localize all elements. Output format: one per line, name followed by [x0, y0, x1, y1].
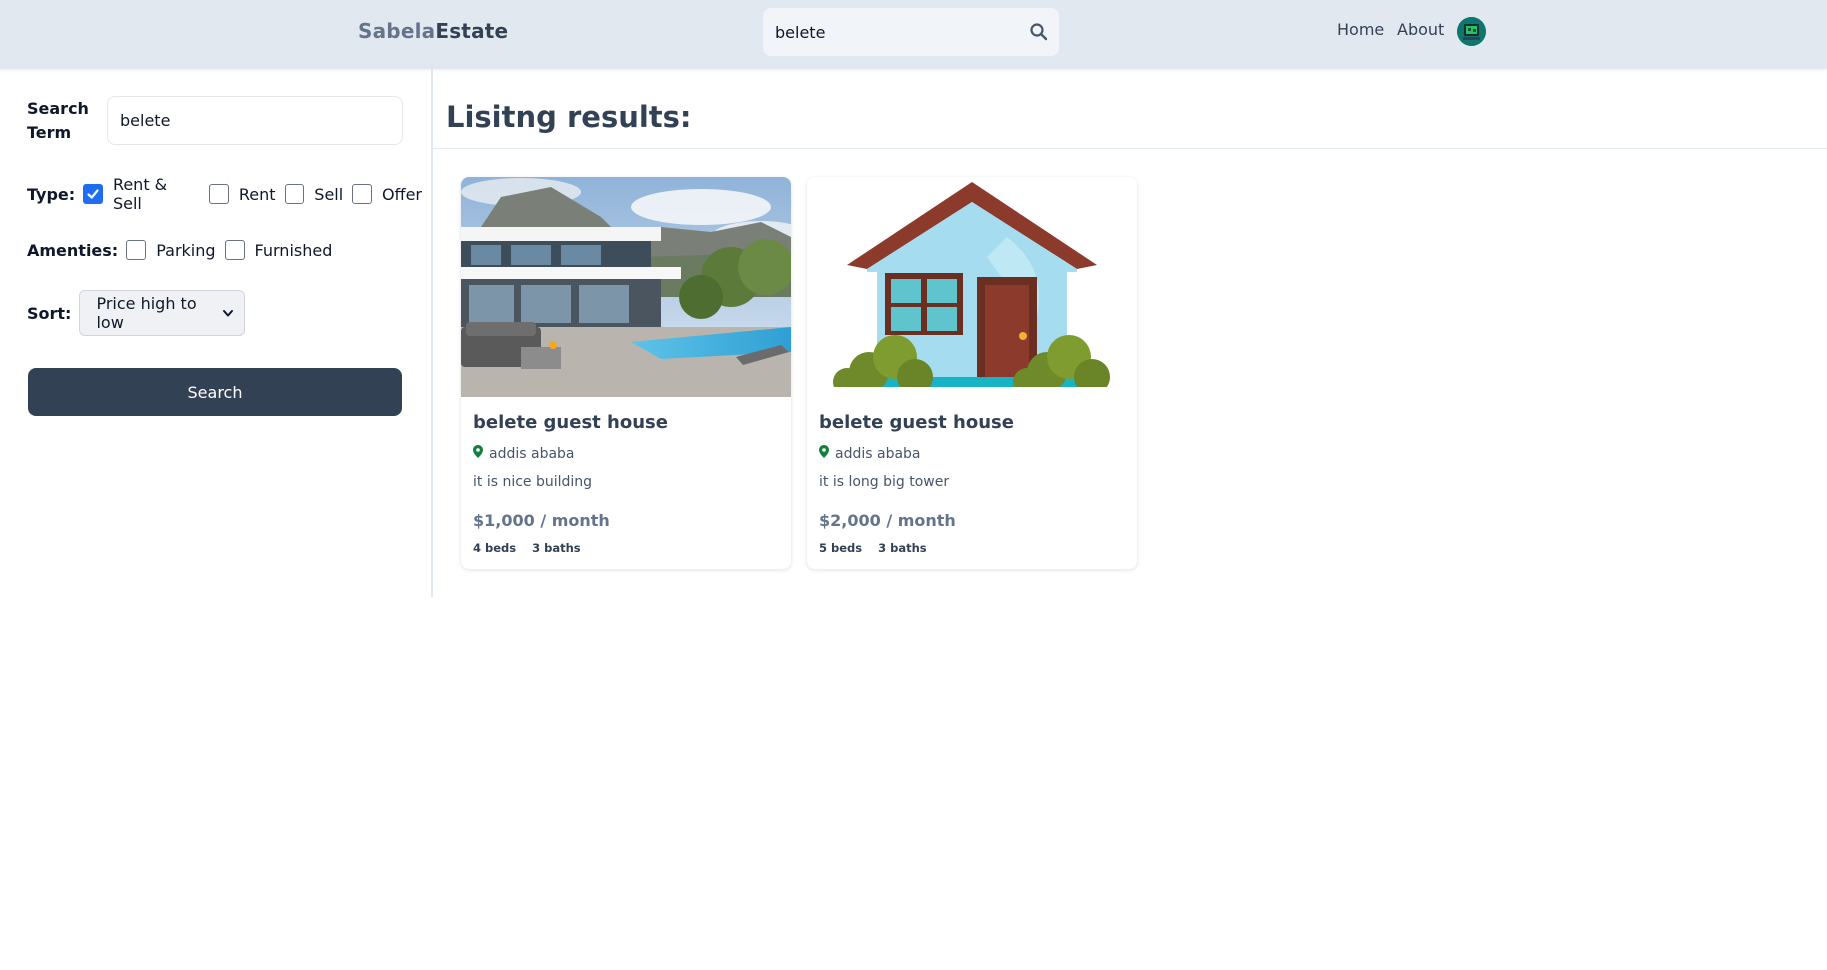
- checkbox-offer[interactable]: [352, 184, 372, 204]
- checkbox-furnished[interactable]: [224, 240, 245, 260]
- search-term-input[interactable]: [107, 96, 403, 145]
- amenities-label: Amenties:: [27, 240, 119, 260]
- sort-selected-value: Price high to low: [96, 294, 197, 332]
- sort-row: Sort: Price high to low: [27, 290, 246, 336]
- search-button[interactable]: Search: [28, 368, 402, 416]
- listing-price: $2,000 / month: [819, 511, 956, 530]
- option-offer-label: Offer: [381, 184, 422, 204]
- type-filter-row: Type: Rent & Sell Rent Sell Offer: [27, 175, 431, 213]
- listing-location-text: addis ababa: [835, 445, 921, 462]
- listing-image[interactable]: [807, 177, 1137, 397]
- option-sell-label: Sell: [314, 184, 344, 204]
- user-avatar[interactable]: [1457, 17, 1486, 46]
- listing-card[interactable]: belete guest house addis ababa it is lon…: [807, 177, 1137, 569]
- listing-specs: 4 beds 3 baths: [473, 541, 597, 555]
- checkbox-parking[interactable]: [126, 240, 147, 260]
- listing-beds: 5 beds: [819, 541, 863, 555]
- listing-card[interactable]: belete guest house addis ababa it is nic…: [461, 177, 791, 569]
- amenities-filter-row: Amenties: Parking Furnished: [27, 235, 341, 265]
- top-header: SabelaEstate Home About: [0, 0, 1827, 69]
- listing-price: $1,000 / month: [473, 511, 610, 530]
- search-term-label: Search Term: [27, 99, 89, 142]
- option-rent-label: Rent: [238, 184, 276, 204]
- listing-title[interactable]: belete guest house: [819, 412, 1014, 433]
- sort-select[interactable]: Price high to low: [79, 290, 246, 336]
- checkbox-rent[interactable]: [209, 184, 229, 204]
- listing-location: addis ababa: [473, 445, 575, 462]
- location-pin-icon: [473, 445, 489, 462]
- listing-baths: 3 baths: [878, 541, 927, 555]
- checkbox-rent-and-sell[interactable]: [83, 184, 103, 204]
- nav-about-link[interactable]: About: [1397, 20, 1444, 39]
- listing-title[interactable]: belete guest house: [473, 412, 668, 433]
- site-logo[interactable]: SabelaEstate: [358, 19, 508, 43]
- header-search-box: [763, 8, 1059, 56]
- logo-part-2: Estate: [435, 19, 509, 43]
- results-title: Lisitng results:: [446, 100, 692, 134]
- checkbox-sell[interactable]: [284, 184, 305, 204]
- listing-baths: 3 baths: [532, 541, 581, 555]
- sort-label: Sort:: [27, 303, 72, 323]
- search-icon[interactable]: [1029, 22, 1049, 42]
- location-pin-icon: [819, 445, 835, 462]
- listing-location: addis ababa: [819, 445, 921, 462]
- header-search-input[interactable]: [775, 20, 1015, 44]
- listing-description: it is long big tower: [819, 474, 950, 490]
- option-parking-label: Parking: [156, 240, 216, 260]
- listing-image[interactable]: [461, 177, 791, 397]
- results-divider: [433, 148, 1827, 149]
- listing-description: it is nice building: [473, 474, 593, 490]
- listing-beds: 4 beds: [473, 541, 517, 555]
- nav-home-link[interactable]: Home: [1337, 20, 1384, 39]
- type-label: Type:: [27, 184, 76, 204]
- filter-sidebar: Search Term Type: Rent & Sell Rent Sell …: [0, 69, 433, 597]
- option-rent-and-sell-label: Rent & Sell: [112, 175, 168, 213]
- listing-specs: 5 beds 3 baths: [819, 541, 943, 555]
- option-furnished-label: Furnished: [254, 240, 333, 260]
- chevron-down-icon: [222, 304, 234, 323]
- logo-part-1: Sabela: [358, 19, 436, 43]
- listing-location-text: addis ababa: [489, 445, 575, 462]
